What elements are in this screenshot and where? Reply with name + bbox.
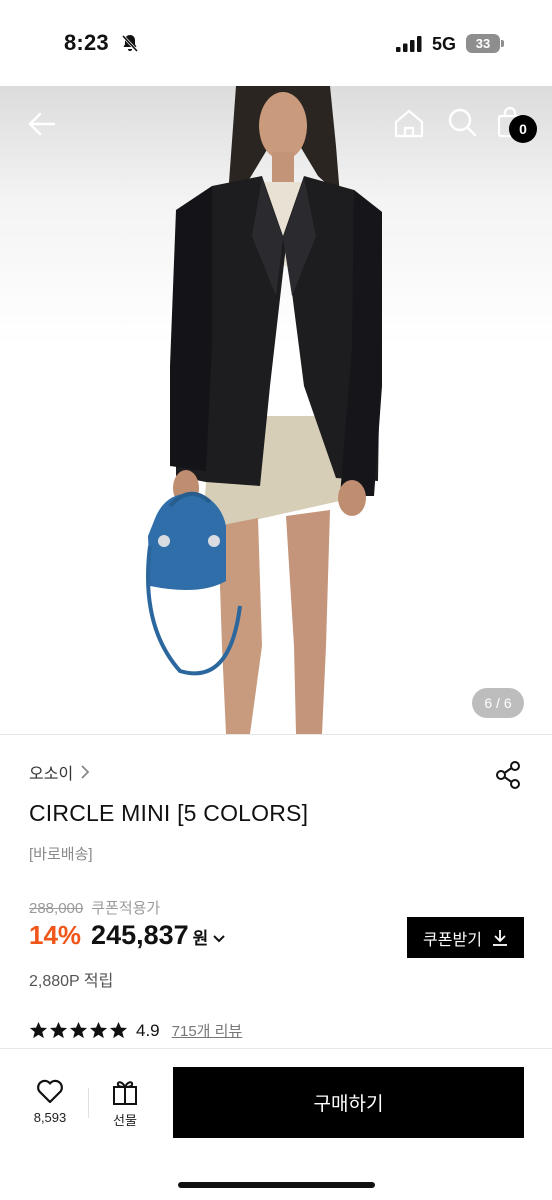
price-row[interactable]: 14% 245,837 원 xyxy=(29,920,226,951)
separator xyxy=(88,1088,89,1118)
review-count-link[interactable]: 715개 리뷰 xyxy=(172,1020,243,1041)
get-coupon-button[interactable]: 쿠폰받기 xyxy=(407,917,524,958)
gift-label: 선물 xyxy=(113,1113,137,1128)
brand-link[interactable]: 오소이 xyxy=(29,760,91,784)
status-time: 8:23 xyxy=(64,30,109,55)
search-icon[interactable] xyxy=(446,106,478,138)
brand-name[interactable]: 오소이 xyxy=(29,760,73,784)
product-photo xyxy=(146,86,382,734)
chevron-down-icon[interactable] xyxy=(212,934,226,944)
bell-muted-icon xyxy=(121,34,139,53)
coupon-button-label: 쿠폰받기 xyxy=(423,931,482,949)
star-rating xyxy=(29,1021,128,1040)
product-title: CIRCLE MINI [5 COLORS] xyxy=(29,800,309,826)
star-icon xyxy=(109,1021,128,1039)
gift-icon xyxy=(113,1081,137,1105)
bottom-bar-divider xyxy=(0,1048,552,1049)
divider xyxy=(0,734,552,735)
signal-icon xyxy=(396,36,422,52)
rating-score: 4.9 xyxy=(136,1020,160,1040)
star-icon xyxy=(49,1021,68,1039)
chevron-right-icon xyxy=(81,765,90,779)
gift-button[interactable]: 선물 xyxy=(98,1078,152,1134)
status-bar: 8:23 5G 33 xyxy=(0,0,552,86)
star-icon xyxy=(29,1021,48,1039)
battery-tip xyxy=(501,40,504,47)
sale-price: 245,837 xyxy=(91,920,189,950)
discount-rate: 14% xyxy=(29,920,82,950)
image-page-counter: 6 / 6 xyxy=(472,688,524,718)
home-icon[interactable] xyxy=(392,106,426,140)
star-icon xyxy=(89,1021,108,1039)
heart-icon xyxy=(37,1079,63,1104)
coupon-price-label: 쿠폰적용가 xyxy=(91,900,161,917)
wishlist-button[interactable]: 8,593 xyxy=(20,1078,80,1134)
star-icon xyxy=(69,1021,88,1039)
download-icon xyxy=(492,929,507,946)
shipping-tag: [바로배송] xyxy=(29,846,93,863)
currency-unit: 원 xyxy=(192,929,209,948)
original-price: 288,000 xyxy=(29,900,84,917)
cart-count-badge[interactable]: 0 xyxy=(509,115,537,143)
top-navigation: 0 xyxy=(0,86,552,166)
home-indicator xyxy=(178,1182,375,1188)
back-arrow-icon[interactable] xyxy=(24,106,60,142)
wishlist-count: 8,593 xyxy=(33,1110,67,1125)
buy-button[interactable]: 구매하기 xyxy=(173,1067,524,1138)
battery-indicator: 33 xyxy=(466,34,500,53)
original-price-row: 288,000 쿠폰적용가 xyxy=(29,897,160,918)
network-type: 5G xyxy=(432,34,457,54)
product-image-carousel[interactable]: 0 6 / 6 xyxy=(0,86,552,734)
reward-points: 2,880P 적립 xyxy=(29,973,114,990)
rating-row: 4.9 715개 리뷰 xyxy=(29,1020,242,1041)
share-icon[interactable] xyxy=(494,760,522,790)
